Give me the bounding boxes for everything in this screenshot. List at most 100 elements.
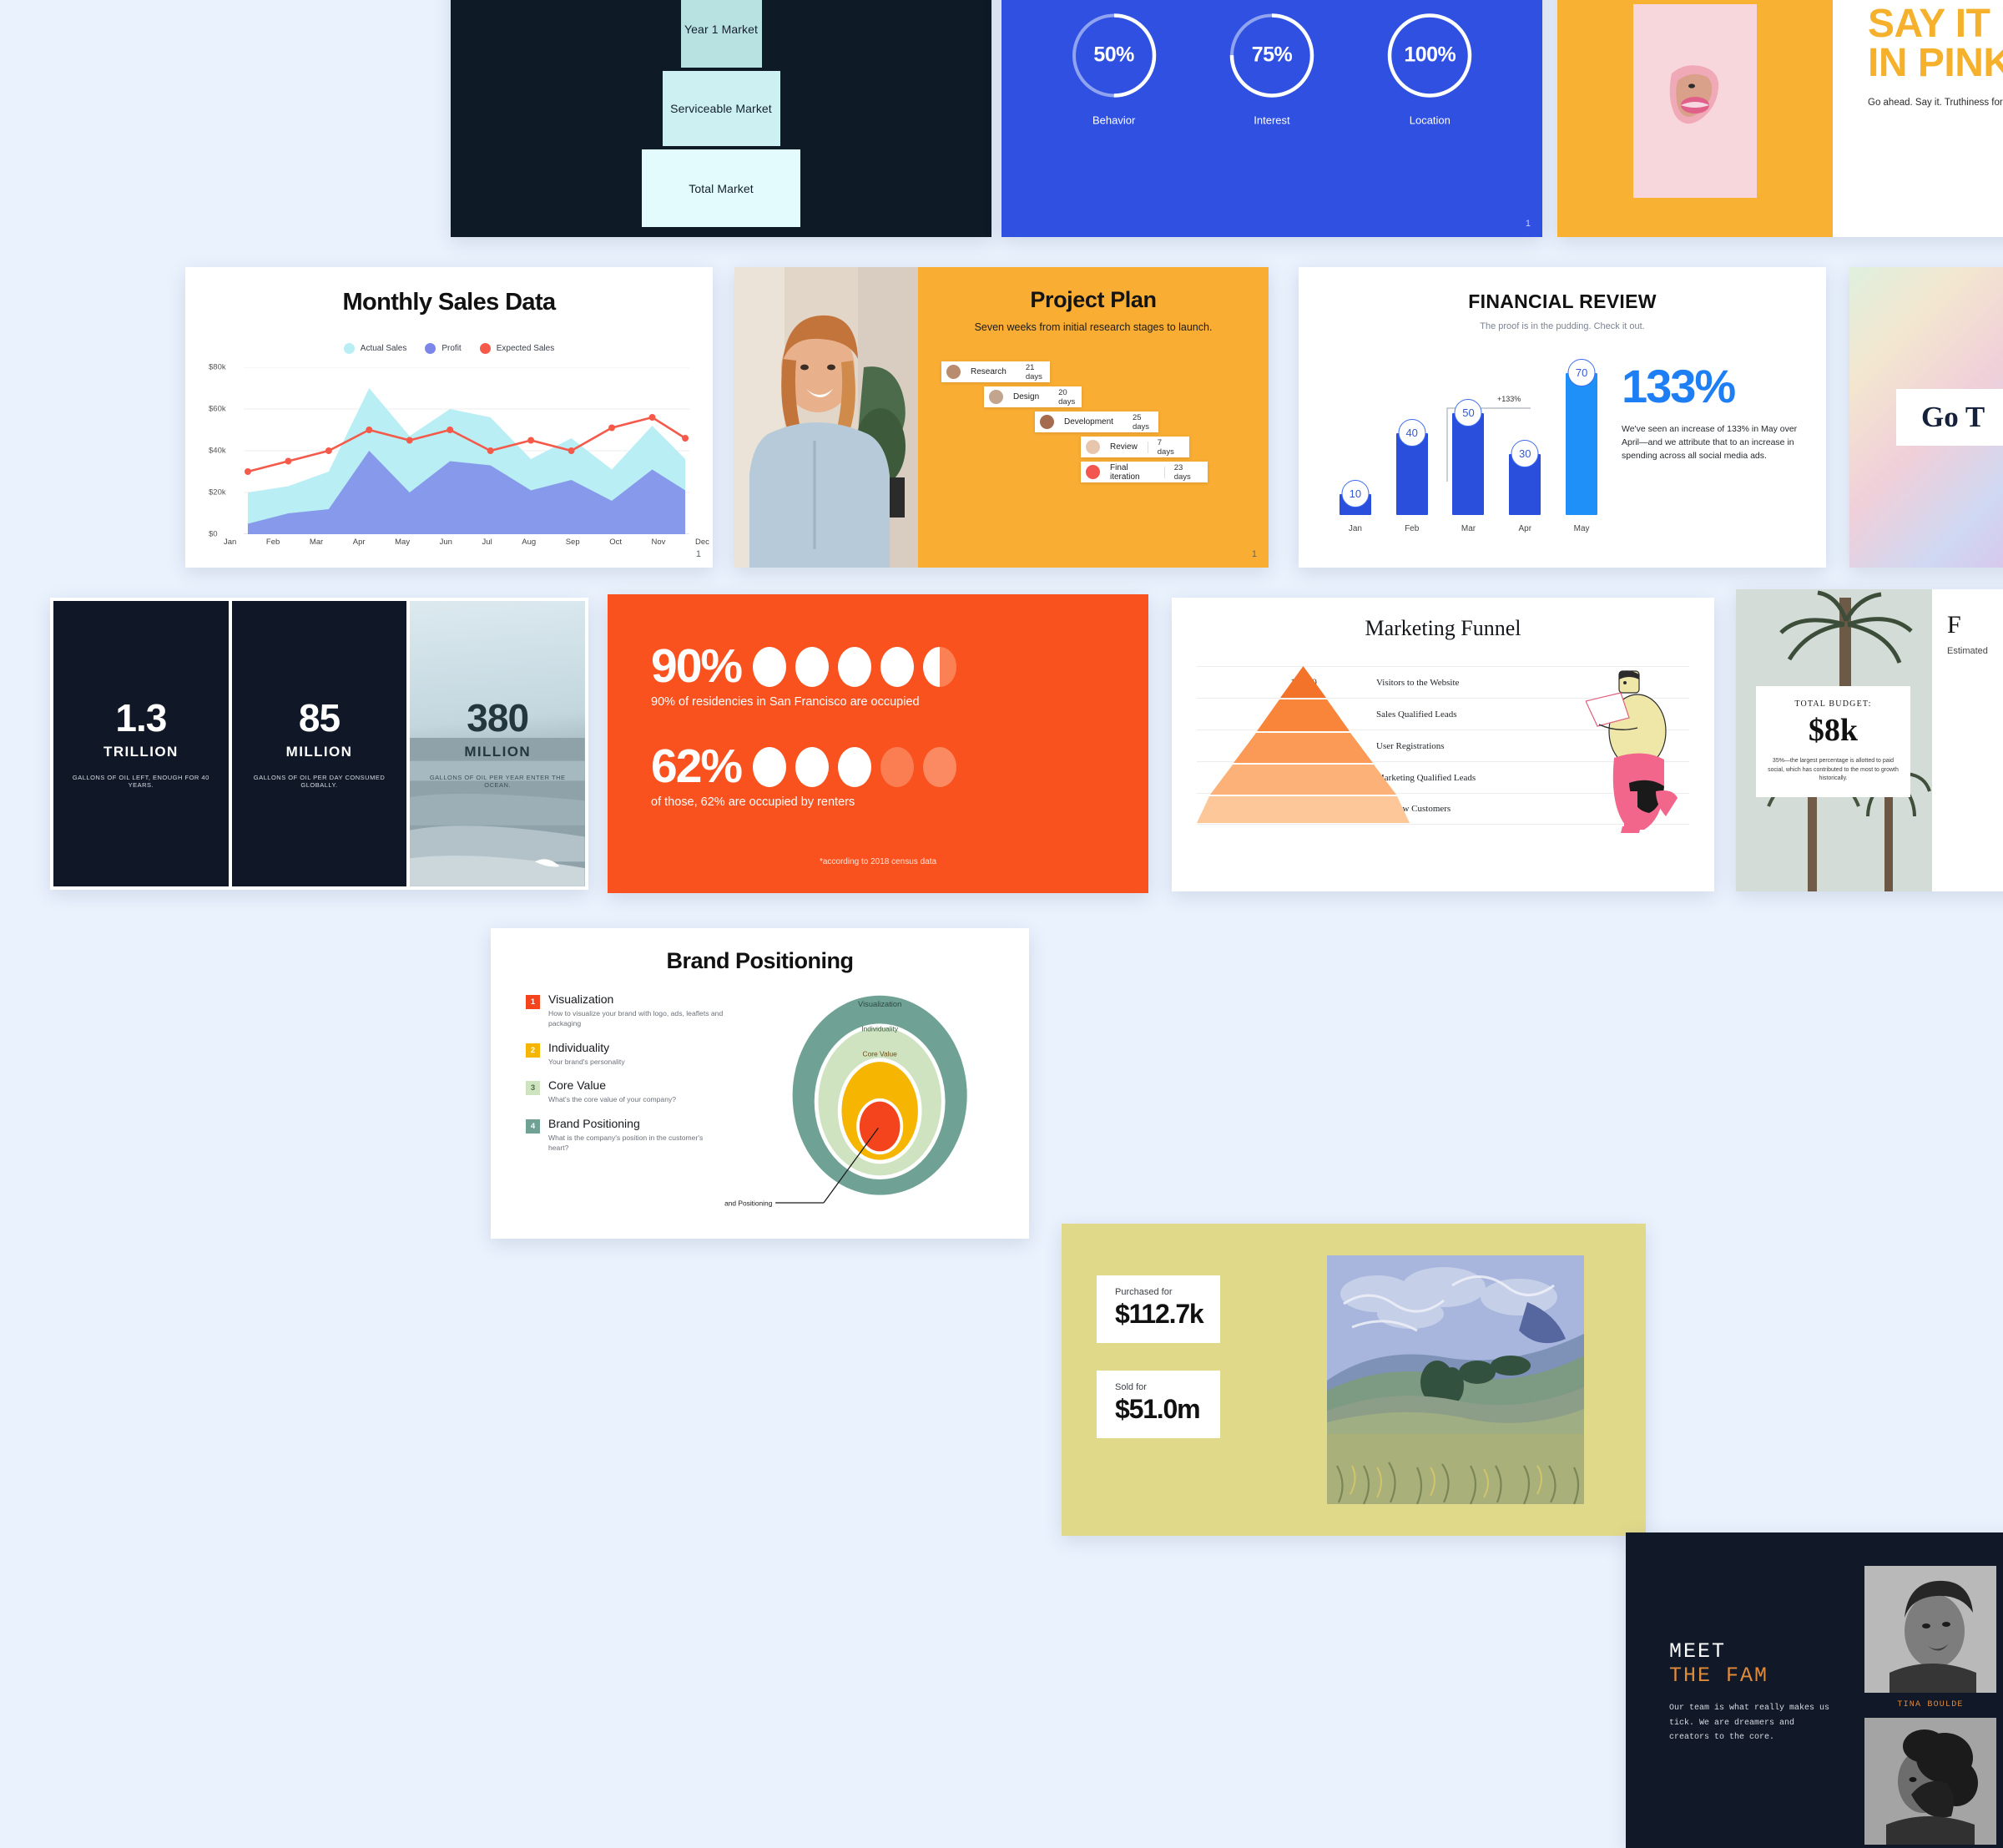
- bar-may: 70: [1566, 373, 1597, 515]
- stat-caption: GALLONS OF OIL PER YEAR ENTER THE OCEAN.: [418, 774, 577, 789]
- item-number: 3: [526, 1081, 540, 1095]
- slide-segment-circles[interactable]: 50% Behavior 75% Interest: [1002, 0, 1542, 237]
- bar-value: 50: [1455, 399, 1482, 427]
- stat-unit: MILLION: [464, 744, 531, 760]
- palm-photo: TOTAL BUDGET: $8k 35%—the largest percen…: [1736, 589, 1932, 891]
- funnel-triangle: [1197, 666, 1410, 825]
- legend-swatch-icon: [344, 343, 355, 354]
- item-heading: Visualization: [548, 992, 724, 1006]
- segment-value: 75%: [1227, 10, 1317, 100]
- slide-gradient-go[interactable]: Go T: [1849, 267, 2003, 568]
- brand-item-core-value: 3 Core Value What's the core value of yo…: [526, 1078, 724, 1104]
- legend-actual-sales: Actual Sales: [344, 343, 407, 354]
- item-number: 4: [526, 1119, 540, 1134]
- avatar: [1086, 465, 1100, 479]
- slide-say-it-in-pink[interactable]: SAY IT IN PINK Go ahead. Say it. Truthin…: [1557, 0, 2003, 237]
- x-tick: Apr: [353, 538, 366, 547]
- avatar: [989, 390, 1003, 404]
- go-text: Go T: [1921, 401, 1985, 433]
- page-title: Brand Positioning: [491, 948, 1029, 974]
- y-tick: $80k: [209, 363, 226, 372]
- slide-residency-percentages[interactable]: 90% 90% of residencies in San Francisco …: [608, 594, 1148, 893]
- x-axis-labels: Jan Feb Mar Apr May: [1327, 524, 1610, 533]
- dot-icon-faded: [923, 747, 956, 787]
- slide-financial-review[interactable]: FINANCIAL REVIEW The proof is in the pud…: [1299, 267, 1826, 568]
- item-number: 2: [526, 1043, 540, 1058]
- segment-value: 50%: [1069, 10, 1159, 100]
- team-member[interactable]: FERGUS HENDY: [1864, 1718, 1996, 1848]
- task-name: Research: [961, 367, 1017, 376]
- pink-title-line1: SAY IT: [1868, 5, 2003, 44]
- budget-note: 35%—the largest percentage is allotted t…: [1766, 757, 1900, 784]
- area-chart-plot: [244, 367, 689, 534]
- segment-behavior: 50% Behavior: [1069, 10, 1159, 126]
- dot-icon: [753, 747, 786, 787]
- stat-card-1: 1.3 TRILLION GALLONS OF OIL LEFT, ENOUGH…: [53, 601, 229, 886]
- dot-icon: [795, 647, 829, 687]
- pct-caption: of those, 62% are occupied by renters: [651, 795, 956, 809]
- pct-dots: [753, 747, 956, 787]
- gantt-task-research[interactable]: Research 21 days: [941, 361, 1050, 382]
- x-tick: May: [1566, 524, 1597, 533]
- slide-meet-the-team[interactable]: MEET THE FAM Our team is what really mak…: [1626, 1532, 2003, 1848]
- circle-row: 50% Behavior 75% Interest: [1002, 10, 1542, 126]
- member-photo: [1864, 1566, 1996, 1693]
- slide-monthly-sales[interactable]: Monthly Sales Data Actual Sales Profit E…: [185, 267, 713, 568]
- pink-subtitle: Go ahead. Say it. Truthiness for: [1868, 98, 2003, 108]
- portrait-icon: [1864, 1566, 1996, 1693]
- x-tick: Dec: [695, 538, 709, 547]
- gantt-chart: Research 21 days Design 20 days Developm…: [918, 361, 1269, 503]
- member-photo: [1864, 1718, 1996, 1845]
- page-title: FINANCIAL REVIEW: [1299, 290, 1826, 313]
- brand-item-visualization: 1 Visualization How to visualize your br…: [526, 992, 724, 1029]
- portrait-illustration-icon: [734, 267, 918, 568]
- brand-item-list: 1 Visualization How to visualize your br…: [516, 992, 724, 1230]
- chart-legend: Actual Sales Profit Expected Sales: [185, 343, 713, 354]
- slide-project-plan[interactable]: Project Plan Seven weeks from initial re…: [734, 267, 1269, 568]
- stat-number: 1.3: [115, 699, 166, 737]
- legend-profit: Profit: [425, 343, 461, 354]
- segment-label: Location: [1410, 114, 1451, 126]
- x-tick: Nov: [652, 538, 666, 547]
- dot-icon-faded: [880, 747, 914, 787]
- task-days: 23 days: [1165, 463, 1208, 482]
- x-tick: May: [395, 538, 410, 547]
- slide-brand-positioning[interactable]: Brand Positioning 1 Visualization How to…: [491, 928, 1029, 1239]
- stat-unit: MILLION: [286, 744, 353, 760]
- segment-location: 100% Location: [1385, 10, 1475, 126]
- gantt-task-development[interactable]: Development 25 days: [1035, 412, 1158, 432]
- stat-number: 380: [467, 699, 528, 737]
- slide-artwork-value[interactable]: Purchased for $112.7k Sold for $51.0m: [1062, 1224, 1646, 1536]
- bar-chart: +133% 10 40 50 30 70: [1320, 343, 1617, 537]
- x-tick: Apr: [1509, 524, 1541, 533]
- slide-marketing-funnel[interactable]: Marketing Funnel 10,000 Visitors to the …: [1172, 598, 1714, 891]
- x-tick: Feb: [1396, 524, 1428, 533]
- gantt-task-design[interactable]: Design 20 days: [984, 386, 1082, 407]
- footnote: *according to 2018 census data: [608, 857, 1148, 866]
- dot-icon: [795, 747, 829, 787]
- pink-photo-panel: [1557, 0, 1833, 237]
- progress-ring-icon: 50%: [1069, 10, 1159, 100]
- legend-label: Actual Sales: [361, 344, 407, 353]
- member-name: TINA BOULDE: [1864, 1700, 1996, 1709]
- person-photo: [734, 267, 918, 568]
- gantt-task-review[interactable]: Review 7 days: [1081, 437, 1189, 457]
- team-member[interactable]: TINA BOULDE: [1864, 1566, 1996, 1709]
- price-card-sold: Sold for $51.0m: [1097, 1371, 1220, 1438]
- gantt-task-final-iteration[interactable]: Final iteration 23 days: [1081, 462, 1208, 482]
- slide-total-budget[interactable]: TOTAL BUDGET: $8k 35%—the largest percen…: [1736, 589, 2003, 891]
- page-title: Monthly Sales Data: [185, 289, 713, 316]
- bar-value: 30: [1511, 440, 1539, 467]
- x-tick: Feb: [266, 538, 280, 547]
- pyramid-stack: Year 1 Market Serviceable Market Total M…: [451, 0, 991, 237]
- price-card-purchased: Purchased for $112.7k: [1097, 1275, 1220, 1343]
- slide-market-pyramid[interactable]: Year 1 Market Serviceable Market Total M…: [451, 0, 991, 237]
- landscape-painting-icon: [1327, 1255, 1584, 1504]
- price-value: $51.0m: [1115, 1394, 1203, 1425]
- slide-oil-stats[interactable]: 1.3 TRILLION GALLONS OF OIL LEFT, ENOUGH…: [50, 598, 588, 890]
- task-name: Review: [1100, 442, 1148, 452]
- pct-dots: [753, 647, 956, 687]
- bar-apr: 30: [1509, 454, 1541, 515]
- budget-right-panel: F Estimated Feb 25%: [1932, 589, 2003, 891]
- pct-block-90: 90% 90% of residencies in San Francisco …: [651, 643, 956, 709]
